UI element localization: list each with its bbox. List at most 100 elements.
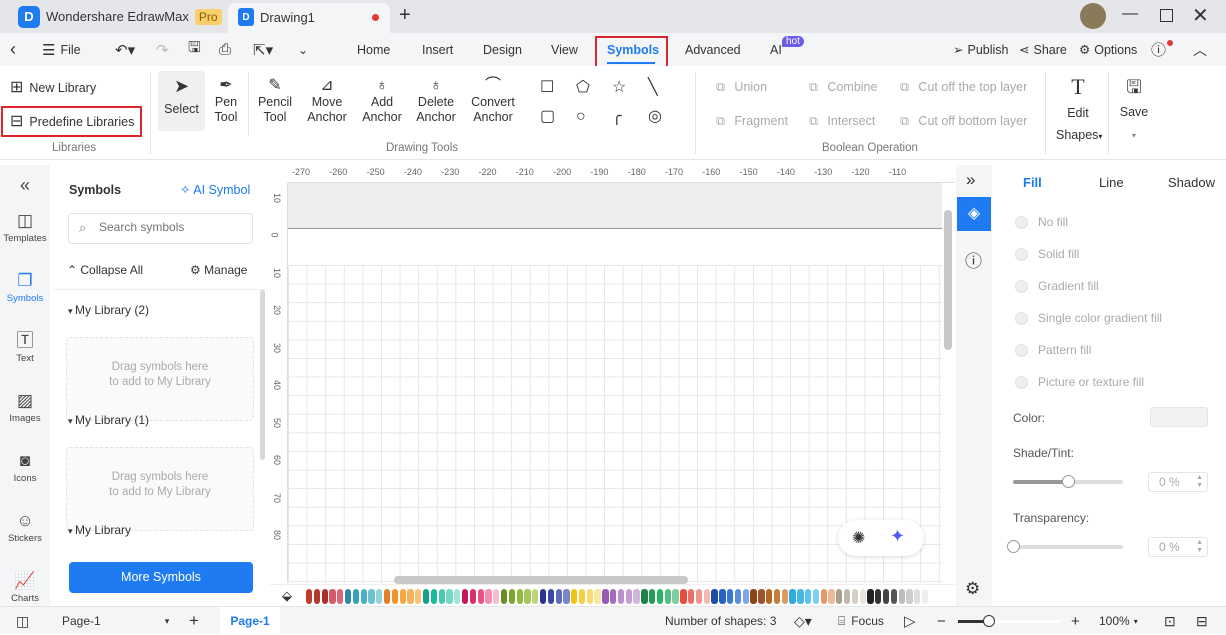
slider-handle[interactable]: [1062, 475, 1075, 488]
color-picker[interactable]: [1150, 407, 1208, 427]
color-swatch[interactable]: [859, 589, 866, 604]
settings-icon[interactable]: ⚙: [965, 579, 980, 599]
color-swatch[interactable]: [477, 589, 484, 604]
sidebar-item-text[interactable]: 🅃 Text: [0, 332, 50, 365]
color-swatch[interactable]: [508, 589, 516, 604]
share-button[interactable]: ⋖ Share: [1019, 33, 1067, 66]
vertical-scrollbar[interactable]: [944, 210, 952, 350]
color-swatch[interactable]: [789, 589, 796, 604]
color-swatch[interactable]: [688, 589, 695, 604]
color-swatch[interactable]: [703, 589, 710, 604]
color-swatch[interactable]: [727, 589, 734, 604]
color-swatch[interactable]: [539, 589, 547, 604]
fit-page-icon[interactable]: ⊡: [1164, 607, 1176, 635]
color-swatch[interactable]: [555, 589, 562, 604]
color-swatch[interactable]: [711, 589, 718, 604]
canvas-area[interactable]: -270 -260 -250 -240 -230 -220 -210 -200 -190 -180…: [270, 165, 955, 584]
undo-button[interactable]: ↶▾: [115, 33, 135, 66]
ai-sparkle-icon[interactable]: ✦: [890, 526, 905, 547]
layers-icon[interactable]: ◇▾: [794, 607, 812, 635]
play-icon[interactable]: ▷: [904, 607, 916, 635]
search-input[interactable]: [99, 220, 247, 234]
color-swatch[interactable]: [571, 589, 578, 604]
color-swatch[interactable]: [313, 589, 321, 604]
sidebar-item-symbols[interactable]: ❐ Symbols: [0, 272, 50, 305]
color-swatch[interactable]: [368, 589, 375, 604]
transparency-input[interactable]: 0 % ▲ ▼: [1148, 537, 1208, 557]
color-swatch[interactable]: [695, 589, 703, 604]
color-swatch[interactable]: [805, 589, 812, 604]
zoom-slider[interactable]: [958, 615, 1061, 627]
color-swatch[interactable]: [321, 589, 328, 604]
convert-anchor-tool[interactable]: ⌒ Convert Anchor: [468, 77, 518, 125]
color-swatch[interactable]: [672, 589, 679, 604]
color-swatch[interactable]: [742, 589, 749, 604]
star-icon[interactable]: ☆: [612, 79, 626, 97]
color-swatch[interactable]: [532, 589, 539, 604]
color-swatch[interactable]: [391, 589, 399, 604]
page-select[interactable]: Page-1 ▾: [62, 607, 169, 635]
color-swatch[interactable]: [454, 589, 461, 604]
color-swatch[interactable]: [664, 589, 671, 604]
color-swatch[interactable]: [719, 589, 726, 604]
color-swatch[interactable]: [360, 589, 367, 604]
tab-advanced[interactable]: Advanced: [685, 33, 741, 66]
new-library-button[interactable]: ⊞ New Library: [10, 79, 96, 97]
color-swatch[interactable]: [836, 589, 843, 604]
color-swatch[interactable]: [493, 589, 500, 604]
sidebar-item-stickers[interactable]: ☺ Stickers: [0, 512, 50, 545]
tab-design[interactable]: Design: [483, 33, 522, 66]
solid-fill-radio[interactable]: Solid fill: [1015, 247, 1079, 261]
fill-panel-icon[interactable]: ◈: [957, 197, 991, 231]
color-swatch[interactable]: [797, 589, 804, 604]
color-swatch[interactable]: [422, 589, 430, 604]
picture-fill-radio[interactable]: Picture or texture fill: [1015, 375, 1144, 389]
redo-button[interactable]: ↷: [156, 33, 169, 66]
color-swatch[interactable]: [898, 589, 905, 604]
gradient-fill-radio[interactable]: Gradient fill: [1015, 279, 1099, 293]
color-swatch[interactable]: [680, 589, 687, 604]
maximize-button[interactable]: [1160, 9, 1173, 22]
rounded-rectangle-icon[interactable]: ▢: [540, 108, 555, 126]
color-swatch[interactable]: [633, 589, 640, 604]
color-swatch[interactable]: [875, 589, 882, 604]
color-swatch[interactable]: [851, 589, 859, 604]
spiral-icon[interactable]: ◎: [648, 108, 662, 126]
new-tab-button[interactable]: +: [399, 4, 411, 27]
tab-home[interactable]: Home: [357, 33, 390, 66]
color-swatch[interactable]: [641, 589, 648, 604]
add-anchor-tool[interactable]: ♁ Add Anchor: [359, 77, 405, 125]
ai-symbol-button[interactable]: ✧ AI Symbol: [180, 182, 250, 197]
sidebar-item-templates[interactable]: ◫ Templates: [0, 212, 50, 245]
color-swatch[interactable]: [524, 589, 531, 604]
color-swatch[interactable]: [547, 589, 554, 604]
color-swatch[interactable]: [649, 589, 656, 604]
back-icon[interactable]: ‹: [10, 33, 16, 66]
color-swatch[interactable]: [500, 589, 508, 604]
predefine-libraries-button[interactable]: ⊟ Predefine Libraries: [10, 113, 134, 131]
color-swatch[interactable]: [563, 589, 570, 604]
pencil-tool[interactable]: ✎ Pencil Tool: [255, 77, 295, 125]
print-icon[interactable]: ⎙: [219, 33, 231, 66]
more-quick-access-icon[interactable]: ⌄: [298, 33, 308, 66]
color-swatch[interactable]: [329, 589, 336, 604]
focus-button[interactable]: ⌸ Focus: [838, 607, 884, 635]
search-box[interactable]: ⌕: [68, 213, 253, 244]
save-icon[interactable]: 🖫: [188, 33, 201, 66]
page-tab[interactable]: Page-1: [220, 607, 280, 635]
color-swatch[interactable]: [610, 589, 617, 604]
pen-tool[interactable]: ✒ Pen Tool: [211, 77, 241, 125]
tab-shadow[interactable]: Shadow: [1168, 175, 1215, 190]
publish-button[interactable]: ➢ Publish: [953, 33, 1008, 66]
close-button[interactable]: ✕: [1192, 3, 1209, 28]
add-page-button[interactable]: +: [189, 607, 199, 635]
file-menu[interactable]: ☰ File: [42, 33, 81, 66]
help-circle-icon[interactable]: ⓘ: [965, 247, 982, 272]
color-swatch[interactable]: [376, 589, 383, 604]
color-swatch[interactable]: [337, 589, 344, 604]
pentagon-icon[interactable]: ⬠: [576, 79, 590, 97]
combine-button[interactable]: ⧉ Combine: [809, 80, 877, 95]
library-drop-zone[interactable]: Drag symbols here to add to My Library: [66, 447, 254, 531]
shade-slider[interactable]: [1013, 475, 1123, 488]
horizontal-scrollbar[interactable]: [394, 576, 688, 584]
